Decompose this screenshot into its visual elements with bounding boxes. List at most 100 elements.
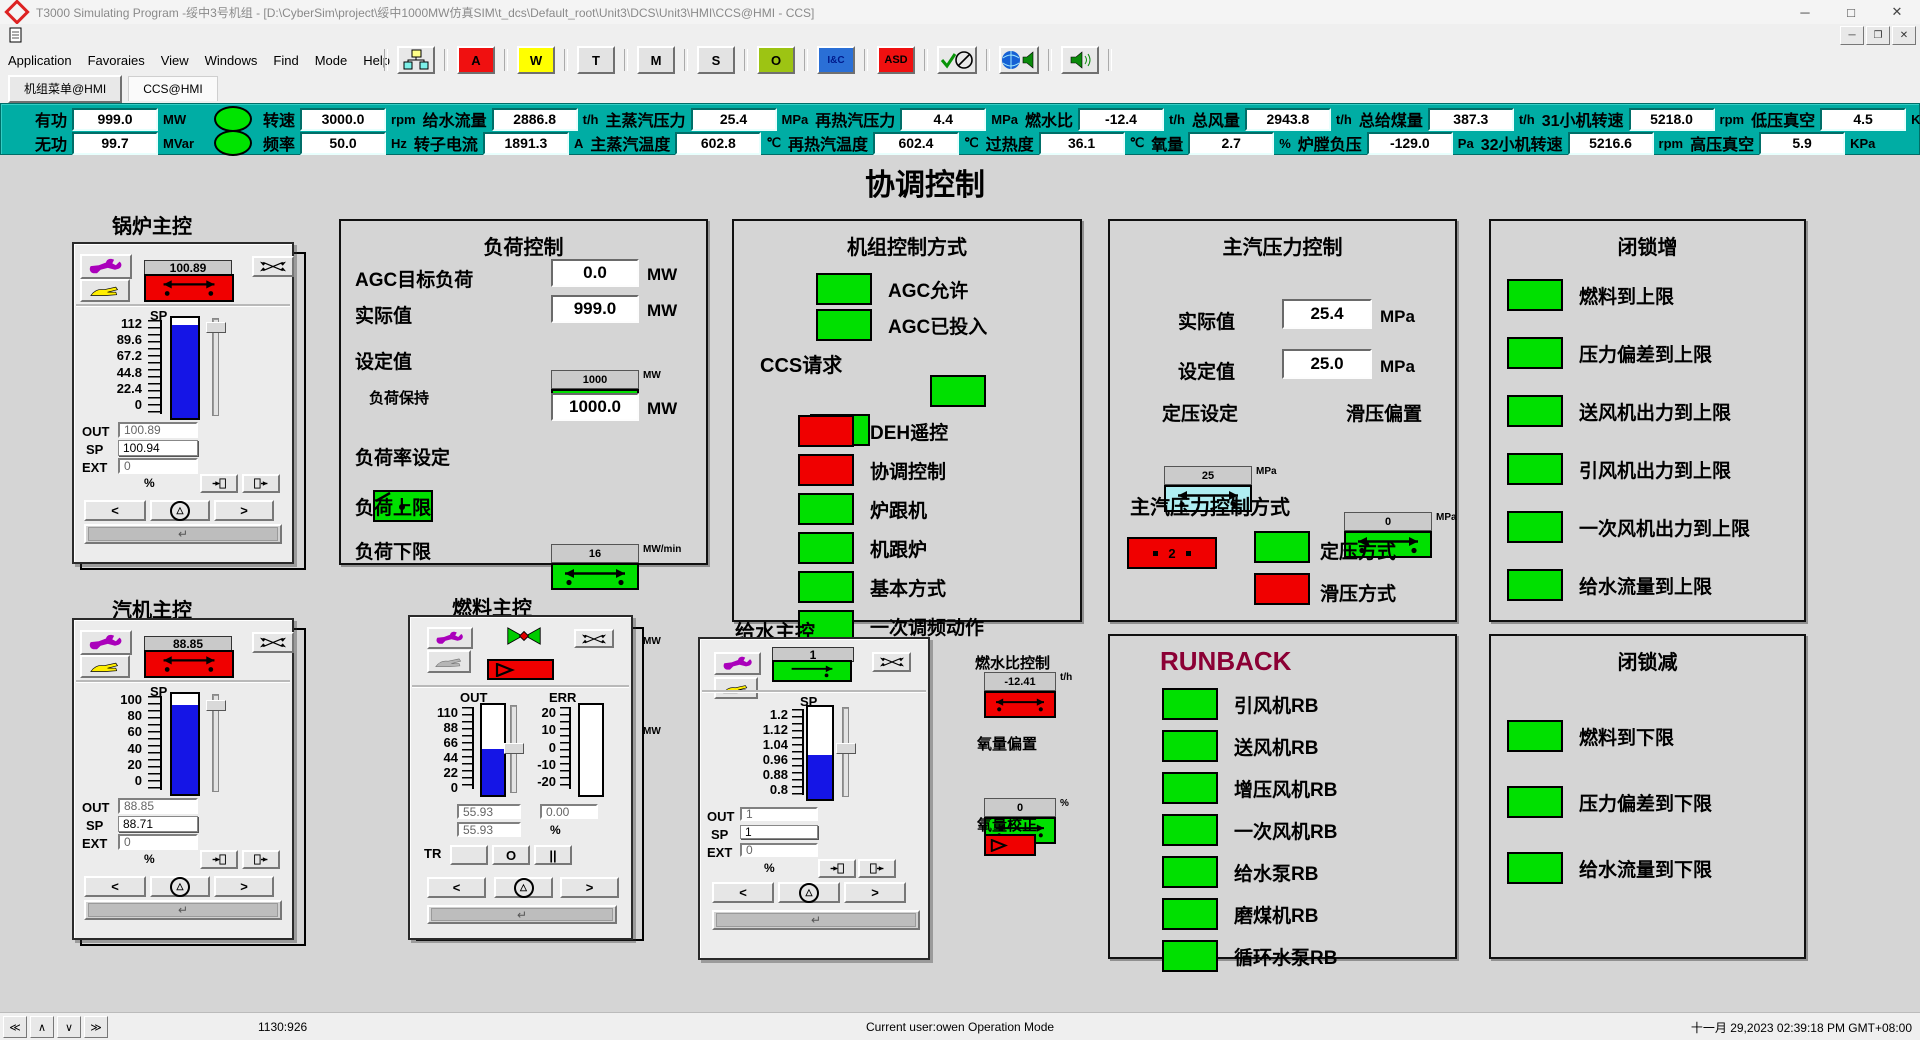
pressure-mode-selector[interactable]: 2: [1127, 537, 1217, 569]
child-restore-button[interactable]: ❐: [1866, 26, 1890, 45]
slider-handle[interactable]: [504, 743, 524, 754]
toolbar-letter-button[interactable]: I&C: [817, 46, 855, 74]
manual-hand-button[interactable]: [80, 279, 130, 302]
manual-hand-button-disabled[interactable]: [427, 650, 471, 673]
toolbar-letter-button[interactable]: A: [457, 46, 495, 74]
setter-unit: t/h: [1060, 672, 1072, 683]
enter-bar[interactable]: ↵: [84, 900, 282, 920]
crossed-arrows-button[interactable]: [252, 256, 294, 277]
maximize-button[interactable]: □: [1828, 0, 1874, 24]
tune-button[interactable]: [80, 630, 132, 655]
menu-item[interactable]: Mode: [307, 50, 356, 71]
arrow-in-button[interactable]: [200, 474, 238, 493]
ma-station-bar[interactable]: [144, 274, 234, 302]
auto-button[interactable]: △: [150, 876, 210, 897]
auto-button[interactable]: △: [150, 500, 210, 521]
menu-item[interactable]: Application: [0, 50, 80, 71]
sp-field[interactable]: 1: [740, 825, 818, 839]
fuel-action-button[interactable]: [487, 659, 554, 680]
sp-label: SP: [86, 442, 103, 457]
ack-check-button[interactable]: [937, 46, 977, 74]
setter-body[interactable]: [551, 563, 639, 590]
tr-blank-button[interactable]: [450, 845, 488, 865]
child-minimize-button[interactable]: ─: [1840, 26, 1864, 45]
strip-value: 999.0: [72, 108, 158, 131]
station-setter-bar[interactable]: [772, 660, 852, 682]
sp-field[interactable]: 100.94: [118, 440, 198, 456]
document-icon[interactable]: [8, 26, 24, 44]
load-hold-field[interactable]: 1000.0: [551, 393, 639, 421]
tune-button[interactable]: [714, 652, 761, 675]
auto-button[interactable]: △: [494, 877, 553, 898]
tr-pause-button[interactable]: ||: [534, 845, 572, 865]
tab-unit-menu[interactable]: 机组菜单@HMI: [8, 75, 122, 103]
menu-item[interactable]: View: [153, 50, 197, 71]
arrow-in-button[interactable]: [200, 850, 238, 869]
strip-cell: 低压真空 4.5 KPa: [1751, 107, 1920, 131]
arrow-in-button[interactable]: [818, 859, 856, 878]
agc-target-field[interactable]: 0.0: [551, 259, 639, 287]
decrease-button[interactable]: <: [84, 876, 146, 897]
toolbar-letter-button[interactable]: ASD: [877, 46, 915, 74]
strip-unit: KPa: [1850, 136, 1875, 151]
tune-button[interactable]: [427, 627, 473, 649]
ma-station-bar[interactable]: [144, 650, 234, 678]
fuel-water-ratio-setter[interactable]: -12.41 t/h: [984, 672, 1056, 718]
tune-button[interactable]: [80, 254, 132, 279]
enter-bar[interactable]: ↵: [712, 910, 920, 930]
tick-label: -20: [537, 774, 556, 789]
increase-button[interactable]: >: [844, 882, 906, 903]
mode-indicator: [798, 571, 854, 603]
toolbar-letter-button[interactable]: O: [757, 46, 795, 74]
increase-button[interactable]: >: [560, 877, 619, 898]
sp-field[interactable]: 88.71: [118, 816, 198, 832]
menu-item[interactable]: Favoraies: [80, 50, 153, 71]
auto-button[interactable]: △: [778, 882, 840, 903]
child-close-button[interactable]: ✕: [1892, 26, 1916, 45]
arrow-out-button[interactable]: [858, 859, 896, 878]
tab-ccs[interactable]: CCS@HMI: [128, 76, 218, 101]
global-sound-button[interactable]: [999, 46, 1039, 74]
toolbar-letter-button[interactable]: M: [637, 46, 675, 74]
manual-hand-button[interactable]: [80, 655, 130, 678]
setter-unit: MW: [643, 636, 661, 647]
increase-button[interactable]: >: [214, 500, 274, 521]
out-field: 88.85: [118, 798, 198, 814]
out-field: 100.89: [118, 422, 198, 438]
crossed-arrows-button[interactable]: [872, 652, 911, 672]
tr-o-button[interactable]: O: [492, 845, 530, 865]
toolbar-letter-button[interactable]: W: [517, 46, 555, 74]
crossed-arrows-button[interactable]: [252, 632, 294, 653]
o2-correction-button[interactable]: [984, 834, 1036, 856]
menu-bar: Application Favoraies View Windows Find …: [0, 46, 1920, 75]
sound-button[interactable]: [1061, 46, 1099, 74]
fuel-sp-field[interactable]: 55.93: [457, 822, 521, 837]
menu-item[interactable]: Windows: [197, 50, 266, 71]
crossed-arrows-button[interactable]: [574, 629, 614, 648]
toolbar-letter-button[interactable]: T: [577, 46, 615, 74]
increase-button[interactable]: >: [214, 876, 274, 897]
manual-hand-button[interactable]: [714, 677, 758, 699]
setter-body[interactable]: [984, 691, 1056, 718]
slider-handle[interactable]: [836, 743, 856, 754]
enter-bar[interactable]: ↵: [427, 905, 617, 924]
pressure-set-field[interactable]: 25.0: [1282, 349, 1372, 379]
slider-handle[interactable]: [206, 322, 226, 333]
decrease-button[interactable]: <: [84, 500, 146, 521]
decrease-button[interactable]: <: [427, 877, 486, 898]
arrow-out-button[interactable]: [242, 850, 280, 869]
mode-indicator: [798, 532, 854, 564]
menu-item[interactable]: Find: [265, 50, 306, 71]
arrow-out-button[interactable]: [242, 474, 280, 493]
close-button[interactable]: ✕: [1874, 0, 1920, 24]
enter-bar[interactable]: ↵: [84, 524, 282, 544]
load-rate-setter[interactable]: 16 MW/min: [551, 544, 639, 590]
minimize-button[interactable]: ─: [1782, 0, 1828, 24]
toolbar-letter-button[interactable]: S: [697, 46, 735, 74]
hierarchy-icon[interactable]: [397, 46, 435, 74]
tr-label: TR: [424, 846, 441, 861]
decrease-button[interactable]: <: [712, 882, 774, 903]
enter-icon: ↵: [88, 903, 278, 917]
toolbar-letter: ASD: [884, 54, 907, 66]
slider-handle[interactable]: [206, 700, 226, 711]
